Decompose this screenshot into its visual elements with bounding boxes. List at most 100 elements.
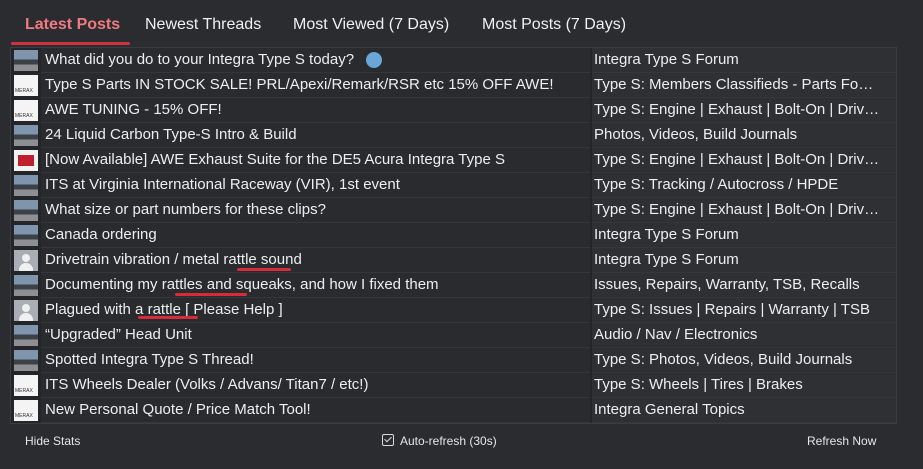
auto-refresh-label[interactable]: Auto-refresh (30s) <box>400 434 497 448</box>
forum-cell: Audio / Nav / Electronics <box>592 323 896 348</box>
thread-title-link[interactable]: 24 Liquid Carbon Type-S Intro & Build <box>45 126 297 143</box>
forum-cell: Integra Type S Forum <box>592 248 896 273</box>
thread-title-link[interactable]: ITS Wheels Dealer (Volks / Advans/ Titan… <box>45 376 368 393</box>
active-tab-indicator <box>11 42 130 45</box>
table-row: [Now Available] AWE Exhaust Suite for th… <box>11 148 896 173</box>
thread-title-link[interactable]: Canada ordering <box>45 226 157 243</box>
forum-link[interactable]: Photos, Videos, Build Journals <box>594 126 797 143</box>
forum-link[interactable]: Type S: Wheels | Tires | Brakes <box>594 376 803 393</box>
thread-title-link[interactable]: Type S Parts IN STOCK SALE! PRL/Apexi/Re… <box>45 76 554 93</box>
table-row: Documenting my rattles and squeaks, and … <box>11 273 896 298</box>
auto-refresh-checkbox[interactable] <box>382 434 394 446</box>
avatar[interactable] <box>14 300 38 321</box>
thread-title-cell: What did you do to your Integra Type S t… <box>41 48 590 73</box>
forum-cell: Type S: Members Classifieds - Parts Fo… <box>592 73 896 98</box>
thread-title-cell: “Upgraded” Head Unit <box>41 323 590 348</box>
thread-title-cell: [Now Available] AWE Exhaust Suite for th… <box>41 148 590 173</box>
forum-link[interactable]: Type S: Engine | Exhaust | Bolt-On | Dri… <box>594 101 879 118</box>
thread-title-link[interactable]: What size or part numbers for these clip… <box>45 201 326 218</box>
table-row: Plagued with a rattle [ Please Help ] Typ… <box>11 298 896 323</box>
forum-link[interactable]: Type S: Photos, Videos, Build Journals <box>594 351 852 368</box>
table-row: “Upgraded” Head Unit Audio / Nav / Electr… <box>11 323 896 348</box>
forum-link[interactable]: Integra Type S Forum <box>594 51 739 68</box>
thread-title-link[interactable]: Documenting my rattles and squeaks, and … <box>45 276 439 293</box>
table-row: ITS Wheels Dealer (Volks / Advans/ Titan… <box>11 373 896 398</box>
forum-cell: Type S: Engine | Exhaust | Bolt-On | Dri… <box>592 198 896 223</box>
forum-cell: Type S: Tracking / Autocross / HPDE <box>592 173 896 198</box>
forum-cell: Type S: Issues | Repairs | Warranty | TS… <box>592 298 896 323</box>
forum-link[interactable]: Type S: Engine | Exhaust | Bolt-On | Dri… <box>594 201 879 218</box>
annotation-underline <box>237 268 291 271</box>
table-row: What did you do to your Integra Type S t… <box>11 48 896 73</box>
thread-title-link[interactable]: [Now Available] AWE Exhaust Suite for th… <box>45 151 505 168</box>
stats-footer: Hide Stats Auto-refresh (30s) Refresh No… <box>10 424 895 458</box>
forum-link[interactable]: Issues, Repairs, Warranty, TSB, Recalls <box>594 276 860 293</box>
thread-thumbnail[interactable] <box>14 275 38 296</box>
forum-link[interactable]: Type S: Issues | Repairs | Warranty | TS… <box>594 301 870 318</box>
hide-stats-link[interactable]: Hide Stats <box>25 434 80 448</box>
table-row: ITS at Virginia International Raceway (V… <box>11 173 896 198</box>
thread-thumbnail[interactable] <box>14 150 38 171</box>
thread-title-link[interactable]: “Upgraded” Head Unit <box>45 326 192 343</box>
thread-thumbnail[interactable] <box>14 325 38 346</box>
thread-title-link[interactable]: What did you do to your Integra Type S t… <box>45 51 354 68</box>
thread-title-cell: AWE TUNING - 15% OFF! <box>41 98 590 123</box>
table-row: Drivetrain vibration / metal rattle soun… <box>11 248 896 273</box>
thread-title-cell: Drivetrain vibration / metal rattle soun… <box>41 248 590 273</box>
avatar[interactable] <box>14 250 38 271</box>
thread-title-cell: Documenting my rattles and squeaks, and … <box>41 273 590 298</box>
forum-cell: Type S: Engine | Exhaust | Bolt-On | Dri… <box>592 148 896 173</box>
thread-title-cell: ITS Wheels Dealer (Volks / Advans/ Titan… <box>41 373 590 398</box>
forum-link[interactable]: Integra Type S Forum <box>594 251 739 268</box>
thread-title-cell: 24 Liquid Carbon Type-S Intro & Build <box>41 123 590 148</box>
forum-link[interactable]: Type S: Members Classifieds - Parts Fo… <box>594 76 873 93</box>
thread-thumbnail[interactable] <box>14 75 38 96</box>
forum-cell: Type S: Engine | Exhaust | Bolt-On | Dri… <box>592 98 896 123</box>
thread-title-cell: New Personal Quote / Price Match Tool! <box>41 398 590 423</box>
tab-latest-posts[interactable]: Latest Posts <box>25 16 120 34</box>
table-row: What size or part numbers for these clip… <box>11 198 896 223</box>
thread-thumbnail[interactable] <box>14 225 38 246</box>
forum-link[interactable]: Type S: Engine | Exhaust | Bolt-On | Dri… <box>594 151 879 168</box>
table-row: 24 Liquid Carbon Type-S Intro & Build Pho… <box>11 123 896 148</box>
thread-thumbnail[interactable] <box>14 175 38 196</box>
forum-cell: Type S: Wheels | Tires | Brakes <box>592 373 896 398</box>
thread-title-cell: Spotted Integra Type S Thread! <box>41 348 590 373</box>
forum-link[interactable]: Type S: Tracking / Autocross / HPDE <box>594 176 838 193</box>
tab-most-viewed[interactable]: Most Viewed (7 Days) <box>293 16 449 34</box>
annotation-underline <box>175 293 247 296</box>
forum-link[interactable]: Audio / Nav / Electronics <box>594 326 757 343</box>
annotation-underline <box>138 316 198 319</box>
thread-thumbnail[interactable] <box>14 125 38 146</box>
thread-title-link[interactable]: New Personal Quote / Price Match Tool! <box>45 401 311 418</box>
tab-most-posts[interactable]: Most Posts (7 Days) <box>482 16 626 34</box>
thread-title-link[interactable]: Spotted Integra Type S Thread! <box>45 351 254 368</box>
forum-link[interactable]: Integra General Topics <box>594 401 745 418</box>
thread-title-cell: Plagued with a rattle [ Please Help ] <box>41 298 590 323</box>
thread-thumbnail[interactable] <box>14 375 38 396</box>
thread-thumbnail[interactable] <box>14 100 38 121</box>
thread-thumbnail[interactable] <box>14 200 38 221</box>
forum-link[interactable]: Integra Type S Forum <box>594 226 739 243</box>
thread-title-cell: Canada ordering <box>41 223 590 248</box>
tab-newest-threads[interactable]: Newest Threads <box>145 16 261 34</box>
thread-title-link[interactable]: ITS at Virginia International Raceway (V… <box>45 176 400 193</box>
thread-title-cell: ITS at Virginia International Raceway (V… <box>41 173 590 198</box>
refresh-now-link[interactable]: Refresh Now <box>807 434 876 448</box>
thread-thumbnail[interactable] <box>14 50 38 71</box>
latest-posts-table: What did you do to your Integra Type S t… <box>10 47 897 424</box>
thread-title-cell: Type S Parts IN STOCK SALE! PRL/Apexi/Re… <box>41 73 590 98</box>
table-row: AWE TUNING - 15% OFF! Type S: Engine | Ex… <box>11 98 896 123</box>
thread-title-link[interactable]: Drivetrain vibration / metal rattle soun… <box>45 251 302 268</box>
thread-title-link[interactable]: AWE TUNING - 15% OFF! <box>45 101 222 118</box>
forum-cell: Type S: Photos, Videos, Build Journals <box>592 348 896 373</box>
table-row: Spotted Integra Type S Thread! Type S: Ph… <box>11 348 896 373</box>
thread-title-cell: What size or part numbers for these clip… <box>41 198 590 223</box>
thread-thumbnail[interactable] <box>14 400 38 421</box>
emoji-icon <box>366 52 382 68</box>
table-row: New Personal Quote / Price Match Tool! In… <box>11 398 896 423</box>
thread-thumbnail[interactable] <box>14 350 38 371</box>
forum-cell: Photos, Videos, Build Journals <box>592 123 896 148</box>
table-row: Canada ordering Integra Type S Forum <box>11 223 896 248</box>
forum-cell: Issues, Repairs, Warranty, TSB, Recalls <box>592 273 896 298</box>
